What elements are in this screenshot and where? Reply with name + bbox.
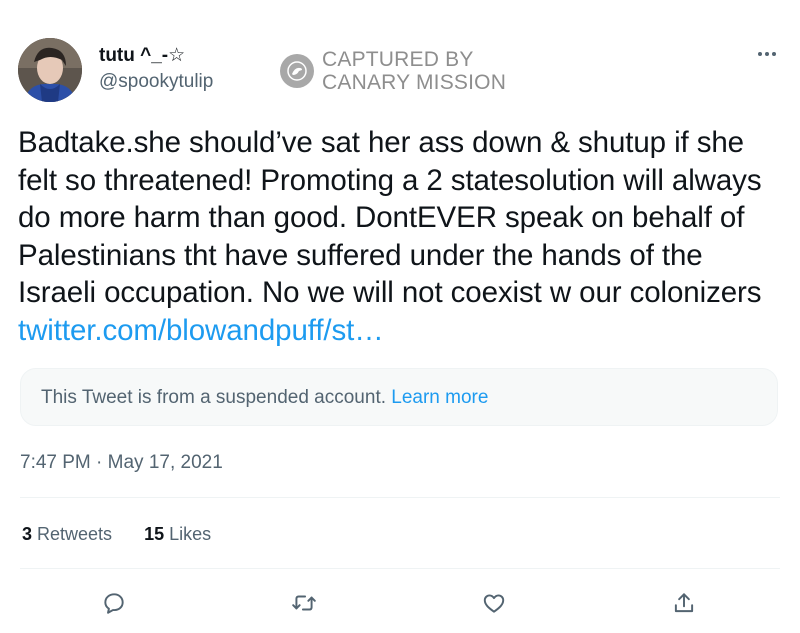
watermark-line-2: CANARY MISSION <box>322 71 507 94</box>
notice-text: This Tweet is from a suspended account. <box>41 387 392 408</box>
avatar-photo <box>18 38 82 102</box>
share-icon[interactable] <box>669 588 699 618</box>
canary-bird-icon <box>280 54 314 88</box>
notice-text-container: This Tweet is from a suspended account. … <box>41 387 488 409</box>
likes-count: 15 <box>144 524 165 544</box>
tweet-body: Badtake.she should’ve sat her ass down &… <box>18 126 762 309</box>
learn-more-link[interactable]: Learn more <box>391 387 488 408</box>
likes-label: Likes <box>164 524 212 544</box>
tweet-link[interactable]: twitter.com/blowandpuff/st… <box>18 314 384 347</box>
author-handle[interactable]: @spookytulip <box>99 71 213 93</box>
author-display-name[interactable]: tutu ^_-☆ <box>99 44 185 67</box>
more-options-icon[interactable] <box>752 44 782 64</box>
suspended-account-notice: This Tweet is from a suspended account. … <box>20 368 778 426</box>
retweet-icon[interactable] <box>289 588 319 618</box>
divider <box>20 568 780 569</box>
divider <box>20 497 780 498</box>
watermark: CAPTURED BY CANARY MISSION <box>280 48 506 94</box>
like-icon[interactable] <box>479 588 509 618</box>
tweet-stats: 3 Retweets 15 Likes <box>22 524 211 545</box>
tweet-timestamp[interactable]: 7:47 PM · May 17, 2021 <box>20 452 223 474</box>
likes-stat[interactable]: 15 Likes <box>144 524 211 544</box>
retweets-count: 3 <box>22 524 33 544</box>
tweet-text: Badtake.she should’ve sat her ass down &… <box>18 124 788 349</box>
retweets-label: Retweets <box>32 524 113 544</box>
reply-icon[interactable] <box>99 588 129 618</box>
watermark-line-1: CAPTURED BY <box>322 48 474 71</box>
retweets-stat[interactable]: 3 Retweets <box>22 524 112 544</box>
avatar[interactable] <box>18 38 82 102</box>
